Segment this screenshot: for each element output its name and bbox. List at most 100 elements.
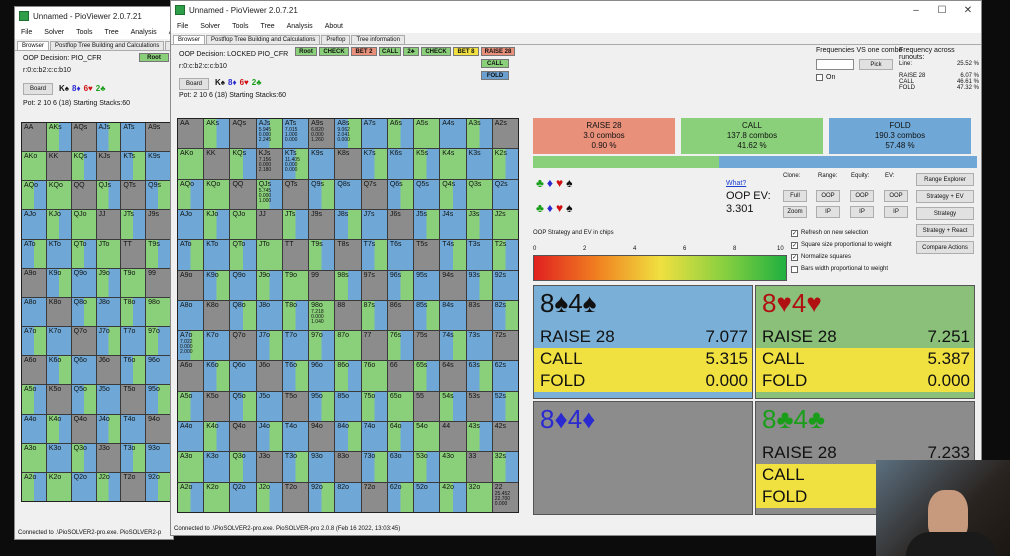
back-hand-cell[interactable]: K9s — [146, 152, 170, 181]
back-hand-cell[interactable]: AQo — [22, 181, 46, 210]
option-checkbox[interactable]: ✓ Square size proportional to weight — [791, 239, 915, 251]
maximize-icon[interactable]: ☐ — [929, 1, 955, 19]
back-hand-cell[interactable]: AA — [22, 123, 46, 152]
back-hand-cell[interactable]: 93o — [146, 443, 170, 472]
back-hand-cell[interactable]: AJs — [96, 123, 121, 152]
sequence-action[interactable]: CHECK — [319, 47, 349, 56]
main-hand-cell[interactable]: 97s — [361, 270, 387, 300]
main-hand-cell[interactable]: 55 — [414, 391, 440, 422]
main-hand-cell[interactable]: 73s — [466, 331, 492, 361]
main-hand-cell[interactable]: 86o — [335, 361, 361, 391]
main-hand-cell[interactable]: K6o — [204, 361, 230, 391]
main-hand-cell[interactable]: J3o — [256, 452, 282, 482]
main-hand-cell[interactable]: 75s — [414, 331, 440, 361]
strategy-react-button[interactable]: Strategy + React — [916, 224, 974, 237]
back-hand-cell[interactable]: AJo — [22, 210, 46, 239]
main-hand-cell[interactable]: J6s — [387, 209, 414, 240]
back-hand-cell[interactable]: K3o — [46, 443, 71, 472]
main-hand-cell[interactable]: 66 — [387, 361, 414, 391]
main-hand-cell[interactable]: 33 — [466, 452, 492, 482]
main-hand-cell[interactable]: K6s — [387, 149, 414, 179]
range-ip-button[interactable]: IP — [816, 206, 840, 218]
back-hand-cell[interactable]: QTs — [121, 181, 146, 210]
menu-item-tools[interactable]: Tools — [232, 23, 248, 30]
main-hand-cell[interactable]: 85s — [414, 300, 440, 331]
main-hand-cell[interactable]: 98o 7.218 0.000 1.040 — [309, 300, 335, 331]
main-hand-cell[interactable]: 84s — [440, 300, 466, 331]
sequence-action[interactable]: CALL — [379, 47, 401, 56]
back-board-button[interactable]: Board — [23, 83, 53, 95]
sub-action[interactable]: CALL — [481, 59, 509, 68]
back-hand-cell[interactable]: QJs — [96, 181, 121, 210]
main-hand-cell[interactable]: K9s — [309, 149, 335, 179]
main-hand-cell[interactable]: 83o — [335, 452, 361, 482]
main-hand-cell[interactable]: Q8o — [230, 300, 256, 331]
back-hand-cell[interactable]: ATs — [121, 123, 146, 152]
main-hand-cell[interactable]: QTo — [230, 240, 256, 270]
main-hand-cell[interactable]: J5s — [414, 209, 440, 240]
main-hand-cell[interactable]: 93s — [466, 270, 492, 300]
main-hand-cell[interactable]: Q6o — [230, 361, 256, 391]
main-hand-cell[interactable]: 74s — [440, 331, 466, 361]
main-hand-cell[interactable]: Q7o — [230, 331, 256, 361]
back-hand-cell[interactable]: QTo — [71, 239, 96, 268]
main-hand-cell[interactable]: T2o — [282, 482, 309, 512]
tab-1[interactable]: Postflop Tree Building and Calculations — [50, 41, 165, 50]
main-hand-cell[interactable]: KQs — [230, 149, 256, 179]
back-hand-cell[interactable]: KJo — [46, 210, 71, 239]
main-hand-cell[interactable]: 92s — [492, 270, 518, 300]
back-hand-cell[interactable]: 92o — [146, 472, 170, 501]
menu-item-analysis[interactable]: Analysis — [131, 29, 157, 36]
main-hand-cell[interactable]: J8o — [256, 300, 282, 331]
main-hand-cell[interactable]: 72o — [361, 482, 387, 512]
main-hand-cell[interactable]: J2o — [256, 482, 282, 512]
back-hand-cell[interactable]: T9o — [121, 268, 146, 297]
main-hand-cell[interactable]: 93o — [309, 452, 335, 482]
main-hand-cell[interactable]: Q3s — [466, 179, 492, 209]
main-hand-cell[interactable]: K7o — [204, 331, 230, 361]
main-hand-cell[interactable]: 54s — [440, 391, 466, 422]
hand-card-1[interactable]: 8♥4♥ RAISE 28 7.251 CALL 5.387 FOLD 0.000 — [755, 285, 975, 399]
back-hand-cell[interactable]: J6o — [96, 356, 121, 385]
main-hand-cell[interactable]: ATo — [178, 240, 204, 270]
back-hand-cell[interactable]: T8o — [121, 297, 146, 327]
tab-1[interactable]: Postflop Tree Building and Calculations — [206, 35, 321, 44]
main-hand-cell[interactable]: 95s — [414, 270, 440, 300]
main-hand-cell[interactable]: K3s — [466, 149, 492, 179]
main-hand-cell[interactable]: K2s — [492, 149, 518, 179]
main-hand-cell[interactable]: KTs 11.405 0.000 0.000 — [282, 149, 309, 179]
back-hand-cell[interactable]: KQs — [71, 152, 96, 181]
sequence-action[interactable]: RAISE 28 — [481, 47, 515, 56]
main-hand-cell[interactable]: 95o — [309, 391, 335, 422]
main-hand-cell[interactable]: J7s — [361, 209, 387, 240]
main-hand-cell[interactable]: T5s — [414, 240, 440, 270]
main-hand-cell[interactable]: 52o — [414, 482, 440, 512]
sequence-action[interactable]: BET 8 — [453, 47, 479, 56]
main-hand-cell[interactable]: Q8s — [335, 179, 361, 209]
back-hand-cell[interactable]: AKs — [46, 123, 71, 152]
menu-item-file[interactable]: File — [177, 23, 188, 30]
main-hand-cell[interactable]: KTo — [204, 240, 230, 270]
back-hand-cell[interactable]: 94o — [146, 414, 170, 443]
main-hand-cell[interactable]: JTs — [282, 209, 309, 240]
menu-item-tools[interactable]: Tools — [76, 29, 92, 36]
combo-input[interactable] — [816, 59, 854, 70]
checkbox-box[interactable]: ✓ — [791, 229, 798, 237]
main-hand-cell[interactable]: 86s — [387, 300, 414, 331]
main-hand-cell[interactable]: 43o — [440, 452, 466, 482]
main-hand-cell[interactable]: T7o — [282, 331, 309, 361]
back-hand-cell[interactable]: K7o — [46, 327, 71, 356]
checkbox-box[interactable]: ✓ — [791, 241, 798, 249]
main-hand-cell[interactable]: J2s — [492, 209, 518, 240]
range-oop-button[interactable]: OOP — [816, 190, 840, 202]
back-root-button[interactable]: Root — [139, 53, 169, 62]
range-explorer-button[interactable]: Range Explorer — [916, 173, 974, 186]
main-hand-cell[interactable]: 22 25.452 22.700 0.000 — [492, 482, 518, 512]
back-hand-cell[interactable]: KQo — [46, 181, 71, 210]
main-hand-cell[interactable]: T3o — [282, 452, 309, 482]
main-hand-cell[interactable]: Q9s — [309, 179, 335, 209]
main-hand-cell[interactable]: Q4o — [230, 422, 256, 452]
option-checkbox[interactable]: ✓ Normalize squares — [791, 251, 915, 263]
back-hand-cell[interactable]: A8o — [22, 297, 46, 327]
main-hand-cell[interactable]: 77 — [361, 331, 387, 361]
